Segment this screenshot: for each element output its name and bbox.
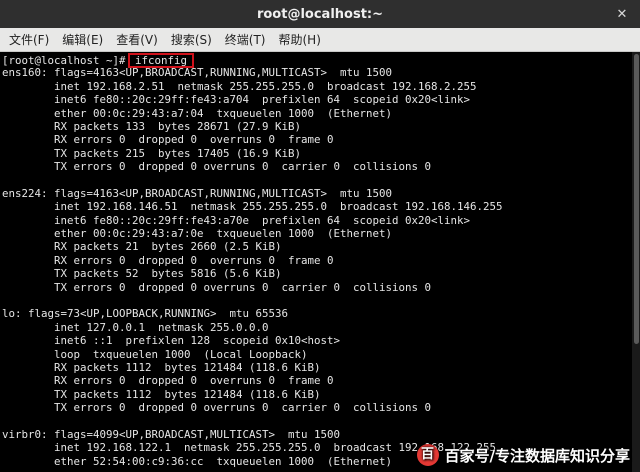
terminal-line: RX packets 21 bytes 2660 (2.5 KiB) [2,240,282,254]
terminal-line: RX packets 1112 bytes 121484 (118.6 KiB) [2,360,321,374]
terminal-line: inet 127.0.0.1 netmask 255.0.0.0 [2,320,269,334]
terminal-line: TX errors 0 dropped 0 overruns 0 carrier… [2,280,432,294]
menu-edit[interactable]: 编辑(E) [57,31,108,48]
close-icon[interactable]: ✕ [614,6,630,22]
terminal-line: loop txqueuelen 1000 (Local Loopback) [2,347,308,361]
watermark: 百 百家号/专注数据库知识分享 [416,444,630,466]
terminal-line: RX packets 133 bytes 28671 (27.9 KiB) [2,119,302,133]
watermark-text: 百家号/专注数据库知识分享 [444,446,630,465]
terminal-scrollbar[interactable] [632,52,640,472]
menu-help[interactable]: 帮助(H) [274,31,326,48]
terminal-line: ether 00:0c:29:43:a7:0e txqueuelen 1000 … [2,227,393,241]
menu-bar: 文件(F) 编辑(E) 查看(V) 搜索(S) 终端(T) 帮助(H) [0,28,640,52]
watermark-logo-icon: 百 [416,444,439,466]
terminal-line: RX errors 0 dropped 0 overruns 0 frame 0 [2,374,334,388]
terminal-line: inet 192.168.2.51 netmask 255.255.255.0 … [2,79,477,93]
terminal-line: ens160: flags=4163<UP,BROADCAST,RUNNING,… [2,66,393,80]
terminal-line: inet6 fe80::20c:29ff:fe43:a70e prefixlen… [2,213,471,227]
terminal-line: TX packets 215 bytes 17405 (16.9 KiB) [2,146,302,160]
menu-terminal[interactable]: 终端(T) [220,31,271,48]
terminal-line: RX errors 0 dropped 0 overruns 0 frame 0 [2,253,334,267]
window-titlebar: root@localhost:~ ✕ [0,0,640,28]
scrollbar-thumb[interactable] [634,54,639,344]
terminal-line: RX errors 0 dropped 0 overruns 0 frame 0 [2,133,334,147]
menu-file[interactable]: 文件(F) [4,31,54,48]
terminal-line: TX errors 0 dropped 0 overruns 0 carrier… [2,160,432,174]
shell-prompt: [root@localhost ~]# [2,54,133,67]
window-title: root@localhost:~ [256,6,384,22]
terminal-line: inet6 fe80::20c:29ff:fe43:a704 prefixlen… [2,93,471,107]
prompt-line: [root@localhost ~]# ifconfig [2,53,640,68]
menu-search[interactable]: 搜索(S) [166,31,217,48]
terminal-line: inet6 ::1 prefixlen 128 scopeid 0x10<hos… [2,334,341,348]
menu-view[interactable]: 查看(V) [111,31,163,48]
terminal-line: TX errors 0 dropped 0 overruns 0 carrier… [2,401,432,415]
terminal-line: TX packets 1112 bytes 121484 (118.6 KiB) [2,387,321,401]
terminal-line: lo: flags=73<UP,LOOPBACK,RUNNING> mtu 65… [2,307,289,321]
terminal-line: ether 00:0c:29:43:a7:04 txqueuelen 1000 … [2,106,393,120]
terminal-line: inet 192.168.146.51 netmask 255.255.255.… [2,200,503,214]
terminal-output[interactable]: [root@localhost ~]# ifconfig ens160: fla… [0,52,640,472]
terminal-line: ens224: flags=4163<UP,BROADCAST,RUNNING,… [2,186,393,200]
terminal-line: virbr0: flags=4099<UP,BROADCAST,MULTICAS… [2,427,341,441]
terminal-line: TX packets 52 bytes 5816 (5.6 KiB) [2,267,282,281]
